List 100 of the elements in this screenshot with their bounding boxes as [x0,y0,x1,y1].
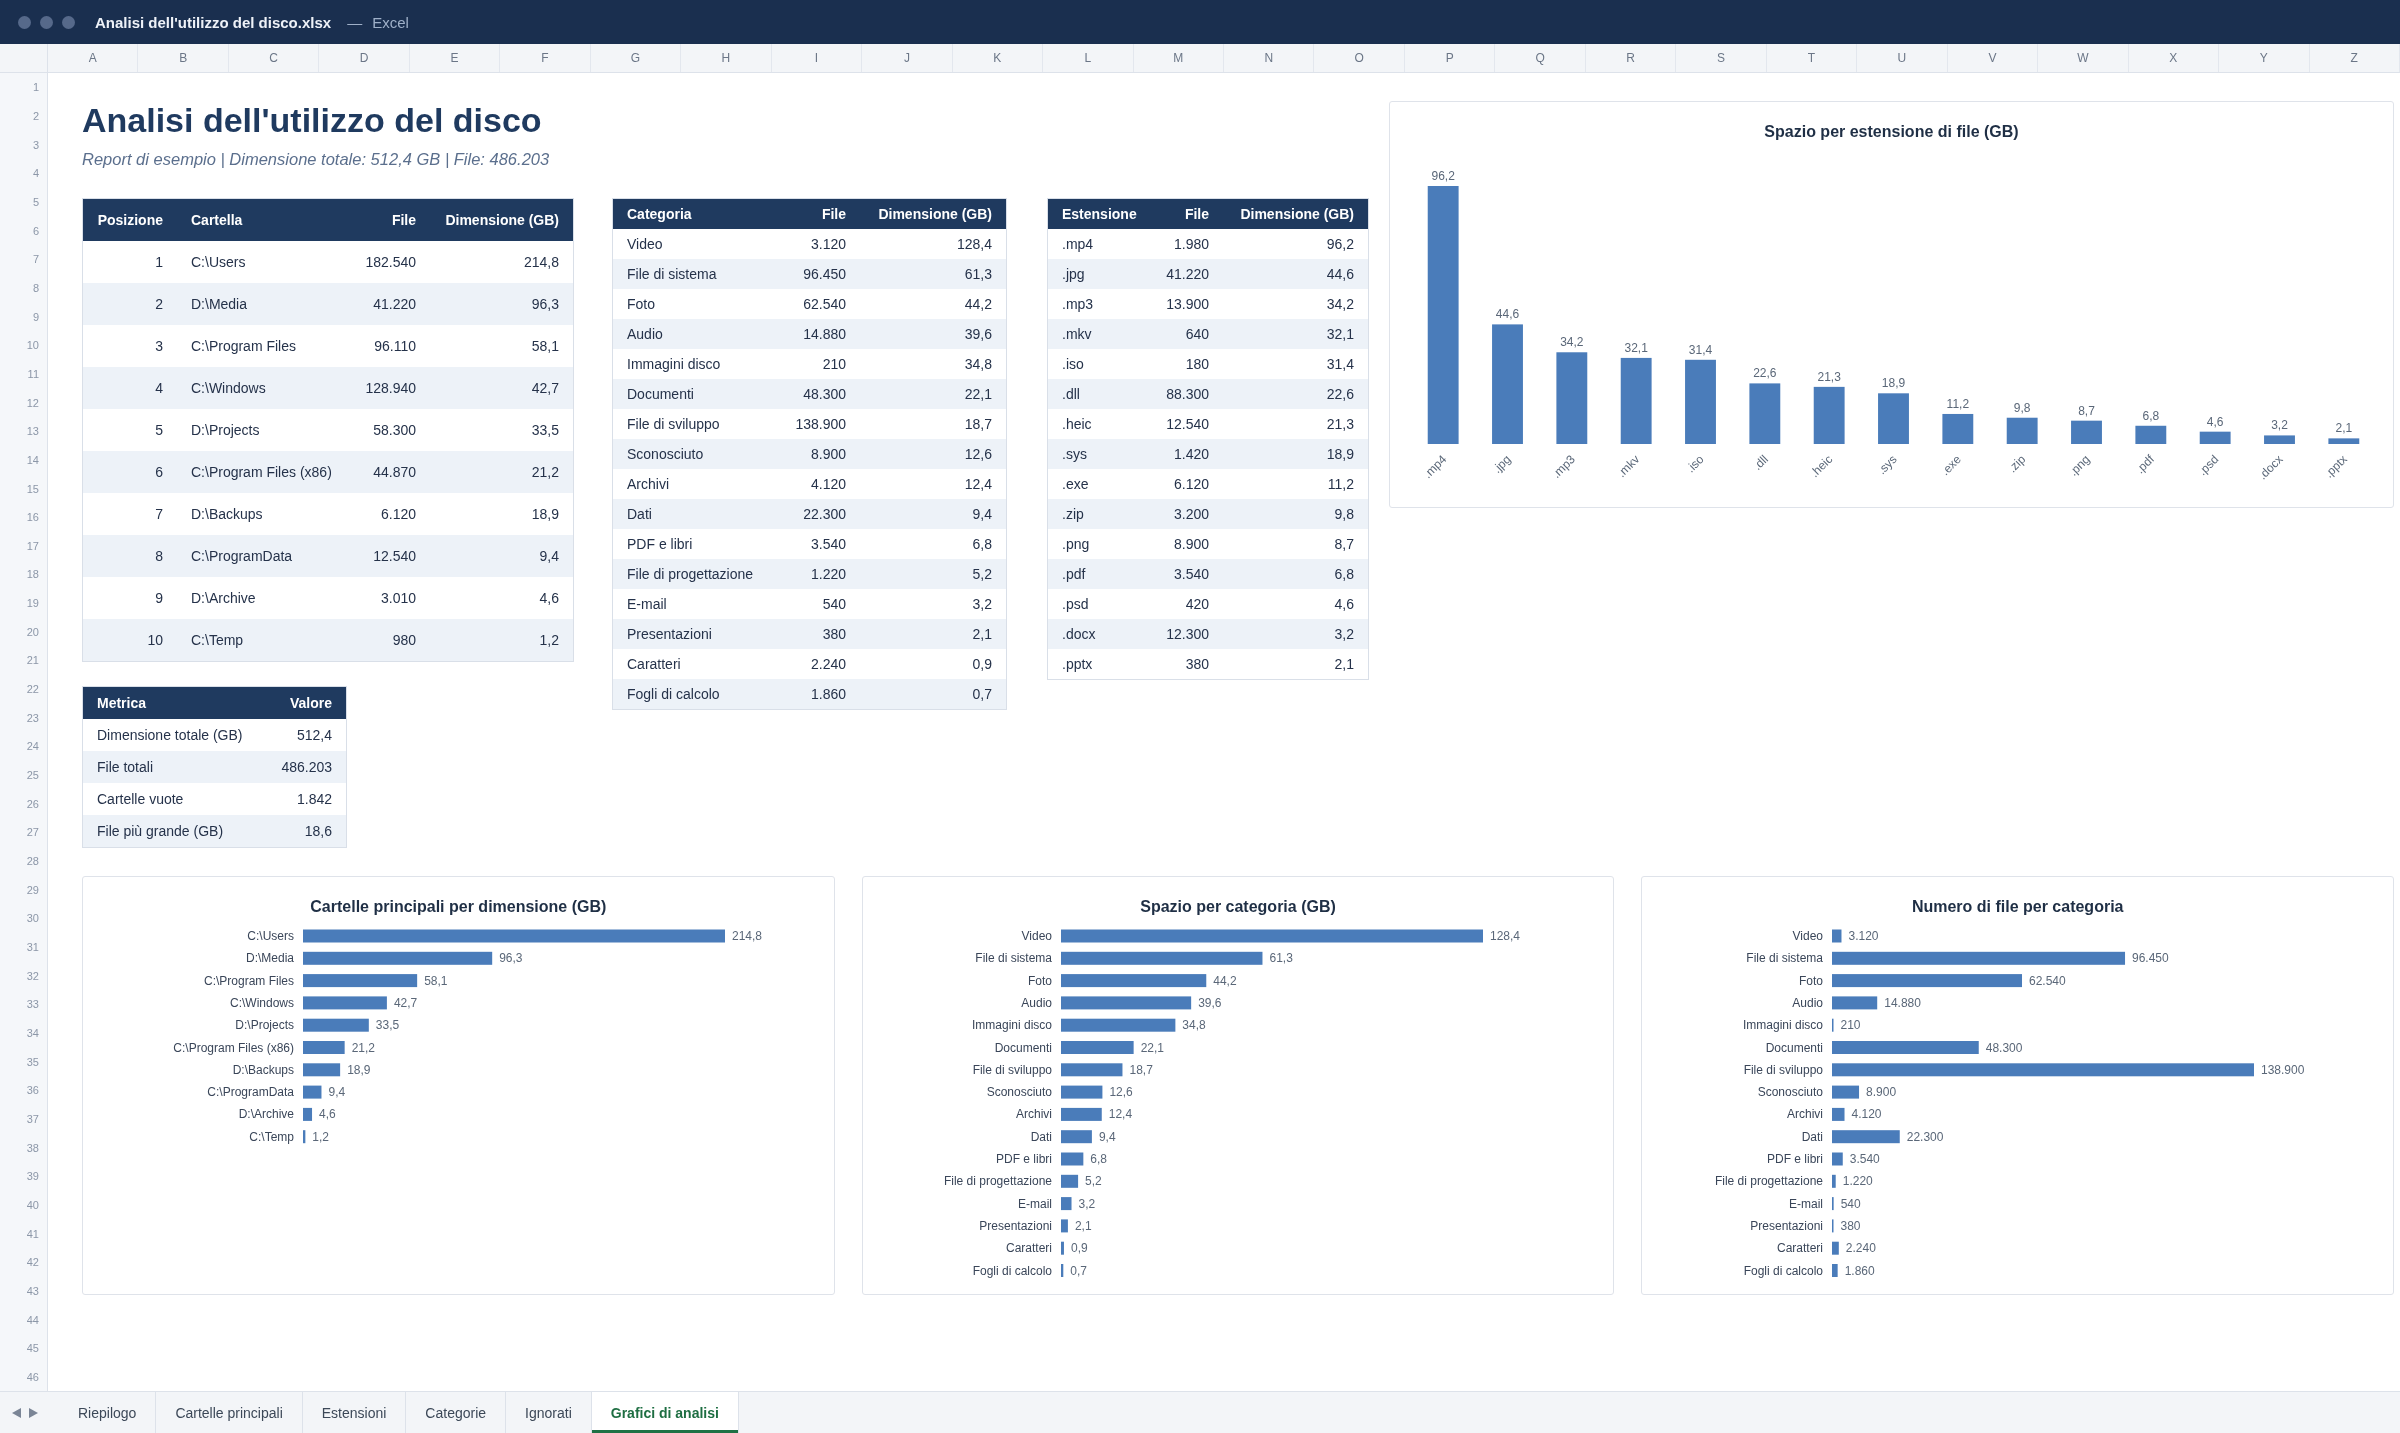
row-header[interactable]: 1 [0,73,47,102]
row-header[interactable]: 37 [0,1104,47,1134]
column-header[interactable]: B [138,44,229,72]
row-header[interactable]: 41 [0,1219,47,1248]
row-header[interactable]: 4 [0,158,47,188]
row-header[interactable]: 32 [0,961,47,990]
row-header[interactable]: 38 [0,1133,47,1162]
column-header[interactable]: M [1133,44,1224,72]
row-header[interactable]: 35 [0,1047,47,1076]
right-arrow-icon[interactable] [29,1407,38,1418]
window-control-icon[interactable] [62,15,75,29]
column-header[interactable]: G [590,44,682,72]
row-header[interactable]: 31 [0,932,47,962]
column-header[interactable]: D [319,44,410,72]
column-header[interactable]: X [2128,44,2220,72]
column-header[interactable]: P [1404,44,1496,72]
sheet-tab[interactable]: Ignorati [506,1392,592,1433]
table-cell-text: 1.420 [1172,445,1210,464]
table-cell-text: 3.120 [809,235,847,254]
row-header[interactable]: 7 [0,244,47,274]
column-header[interactable]: R [1585,44,1677,72]
row-header[interactable]: 36 [0,1075,47,1105]
row-header[interactable]: 13 [0,416,47,446]
window-control-icon[interactable] [40,15,53,29]
row-header[interactable]: 22 [0,674,47,704]
column-header[interactable]: Y [2219,44,2310,72]
sheet-tab[interactable]: Grafici di analisi [591,1392,739,1433]
table-cell-text: 6 [154,463,164,482]
category-label: Immagini disco [1743,1018,1824,1033]
row-header[interactable]: 44 [0,1305,47,1334]
row-header[interactable]: 12 [0,388,47,417]
row-header[interactable]: 18 [0,560,47,589]
row-header[interactable]: 20 [0,617,47,647]
row-header[interactable]: 9 [0,302,47,331]
row-header[interactable]: 24 [0,732,47,761]
table-cell-text: 486.203 [280,758,333,777]
chart-bar [1060,1063,1123,1077]
chart-bar [1832,1264,1838,1277]
axis-label: .sys [1874,452,1900,478]
value-label: 128,4 [1489,929,1520,943]
row-header[interactable]: 8 [0,273,47,303]
table-cell-text: 4,6 [538,589,560,608]
column-header[interactable]: F [500,44,591,72]
row-header[interactable]: 46 [0,1362,47,1392]
row-header[interactable]: 19 [0,588,47,618]
row-header[interactable]: 10 [0,330,47,360]
row-header[interactable]: 3 [0,130,47,159]
row-header[interactable]: 6 [0,216,47,245]
row-header[interactable]: 17 [0,531,47,561]
row-header[interactable]: 45 [0,1333,47,1363]
row-header[interactable]: 5 [0,187,47,217]
category-label: Immagini disco [971,1018,1052,1033]
row-header[interactable]: 23 [0,703,47,733]
row-header[interactable]: 39 [0,1161,47,1191]
table-cell-text: 41.220 [372,295,417,314]
chart-bar [1060,1241,1064,1255]
column-header[interactable]: W [2038,44,2129,72]
table-cell-text: 2,1 [1333,655,1355,674]
column-header[interactable]: U [1857,44,1948,72]
column-header[interactable]: L [1043,44,1134,72]
row-header[interactable]: 11 [0,359,47,389]
row-header[interactable]: 33 [0,990,47,1019]
column-header[interactable]: H [681,44,772,72]
row-header[interactable]: 43 [0,1276,47,1306]
sheet-tab[interactable]: Categorie [406,1392,507,1433]
column-header[interactable]: S [1676,44,1767,72]
row-header[interactable]: 29 [0,875,47,905]
column-header[interactable]: J [862,44,953,72]
row-header[interactable]: 26 [0,789,47,819]
row-header[interactable]: 28 [0,846,47,876]
window-control-icon[interactable] [18,15,31,29]
row-header[interactable]: 21 [0,646,47,675]
column-header[interactable]: A [48,44,139,72]
row-header[interactable]: 16 [0,502,47,532]
column-header[interactable]: T [1766,44,1858,72]
column-header[interactable]: I [771,44,863,72]
row-header[interactable]: 14 [0,445,47,475]
column-header[interactable]: N [1224,44,1315,72]
row-header[interactable]: 2 [0,101,47,131]
column-header[interactable]: Z [2309,44,2400,72]
sheet-tab[interactable]: Cartelle principali [156,1392,303,1433]
column-header[interactable]: C [228,44,320,72]
column-header[interactable]: O [1314,44,1405,72]
column-header[interactable]: V [1947,44,2039,72]
sheet-tab[interactable]: Riepilogo [59,1392,157,1433]
table-cell-text: 210 [821,355,847,374]
row-header[interactable]: 42 [0,1247,47,1277]
row-header[interactable]: 30 [0,904,47,933]
chart-bar [303,1085,322,1099]
column-header[interactable]: E [409,44,501,72]
row-header[interactable]: 25 [0,760,47,790]
left-arrow-icon[interactable] [12,1407,21,1418]
row-header[interactable]: 15 [0,474,47,503]
column-header[interactable]: Q [1495,44,1586,72]
category-label: C:\Program Files [203,973,294,988]
sheet-tab[interactable]: Estensioni [302,1392,407,1433]
row-header[interactable]: 27 [0,818,47,847]
row-header[interactable]: 34 [0,1018,47,1048]
column-header[interactable]: K [952,44,1044,72]
row-header[interactable]: 40 [0,1190,47,1220]
